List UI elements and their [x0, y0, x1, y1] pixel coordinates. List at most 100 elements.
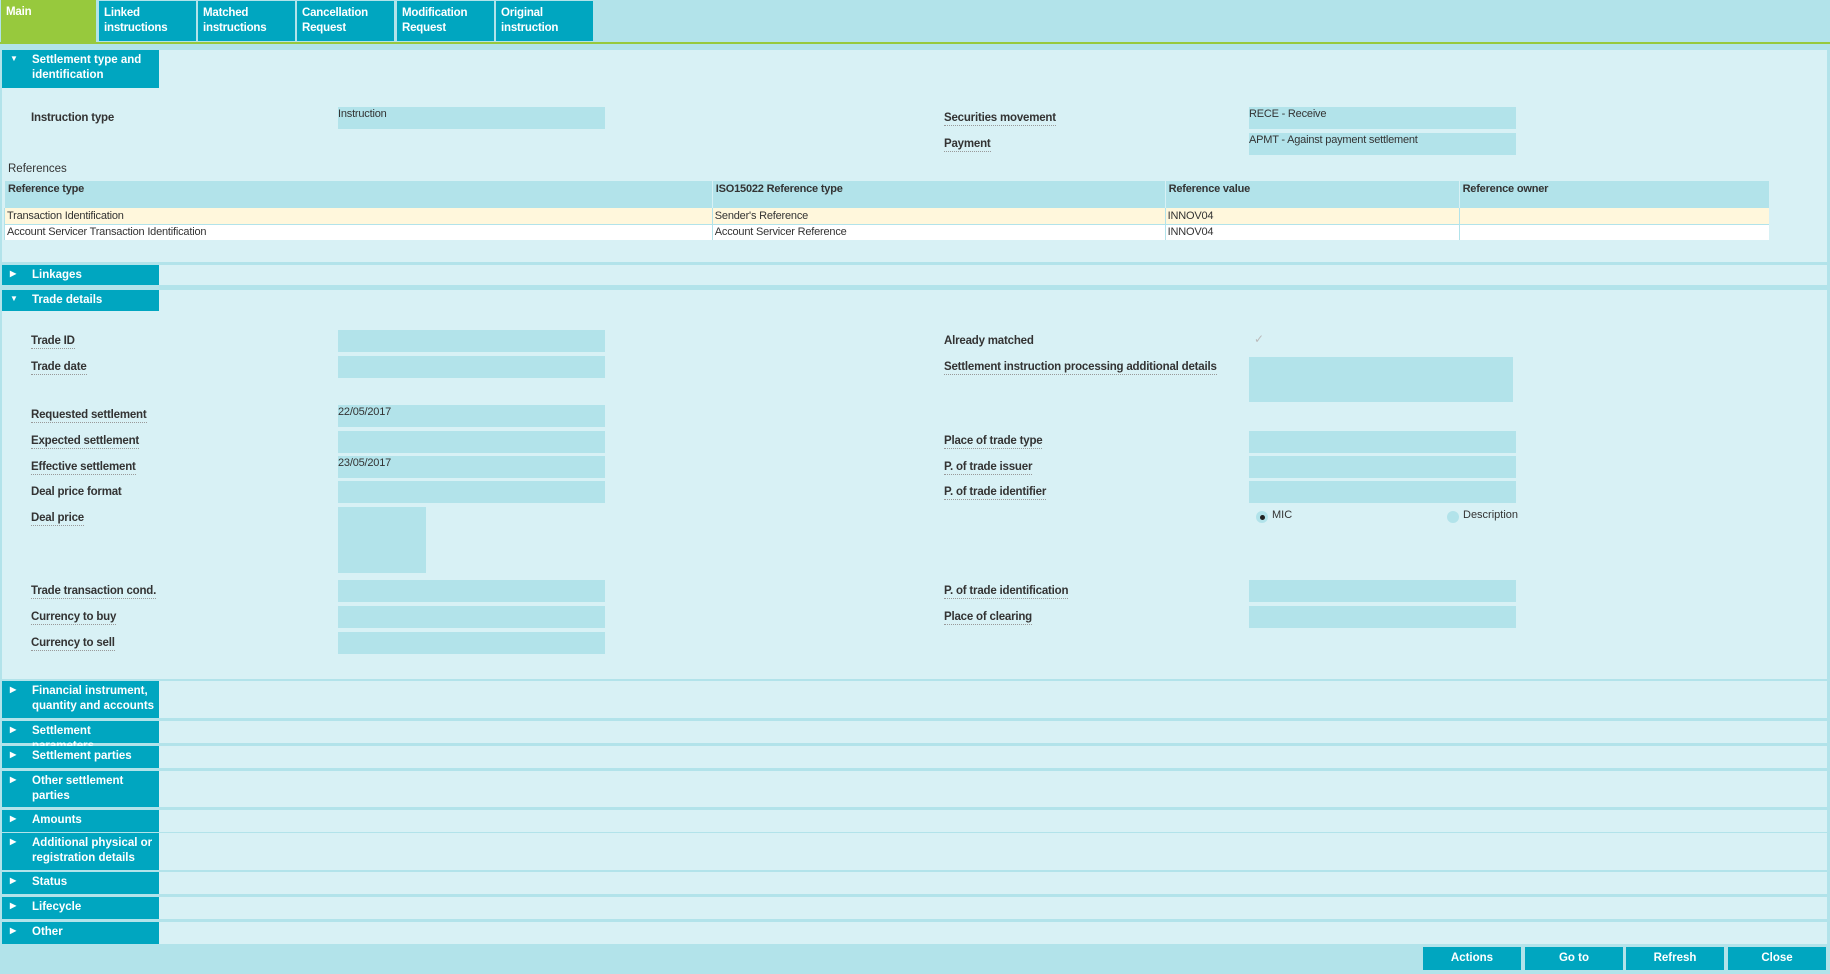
already-matched-label: Already matched — [944, 335, 1034, 347]
place-of-clearing-field[interactable] — [1249, 606, 1516, 628]
section-other-settlement-parties: ▶ Other settlement parties — [2, 771, 1827, 810]
table-cell: Account Servicer Reference — [711, 224, 1166, 240]
trade-date-field[interactable] — [338, 356, 605, 378]
table-cell — [1458, 224, 1769, 240]
radio-description[interactable] — [1447, 511, 1459, 523]
goto-button[interactable]: Go to — [1525, 947, 1623, 970]
table-cell — [1458, 208, 1769, 225]
section-header-settlement-parameters[interactable]: ▶ Settlement parameters — [2, 721, 159, 752]
close-button[interactable]: Close — [1728, 947, 1826, 970]
place-of-trade-type-label: Place of trade type — [944, 435, 1043, 449]
effective-settlement-label: Effective settlement — [31, 461, 136, 475]
section-linkages: ▶ Linkages — [2, 265, 1827, 288]
effective-settlement-field[interactable]: 23/05/2017 — [338, 456, 605, 478]
securities-movement-label: Securities movement — [944, 112, 1056, 126]
place-of-trade-issuer-field[interactable] — [1249, 456, 1516, 478]
instruction-type-label: Instruction type — [31, 112, 115, 124]
settlement-processing-details-label: Settlement instruction processing additi… — [944, 361, 1217, 375]
chevron-right-icon: ▶ — [10, 876, 17, 885]
column-header[interactable]: Reference type — [4, 181, 713, 208]
section-header-amounts[interactable]: ▶ Amounts — [2, 810, 159, 832]
place-of-trade-identification-field[interactable] — [1249, 580, 1516, 602]
section-header-other-settlement-parties[interactable]: ▶ Other settlement parties — [2, 771, 159, 807]
chevron-right-icon: ▶ — [10, 775, 17, 784]
column-header[interactable]: Reference owner — [1458, 181, 1769, 208]
place-of-trade-type-field[interactable] — [1249, 431, 1516, 453]
deal-price-format-field[interactable] — [338, 481, 605, 503]
currency-to-sell-field[interactable] — [338, 632, 605, 654]
chevron-down-icon: ▼ — [10, 294, 18, 303]
section-settlement-parties: ▶ Settlement parties — [2, 746, 1827, 771]
table-cell: INNOV04 — [1164, 208, 1460, 225]
section-header-trade-details[interactable]: ▼ Trade details — [2, 290, 159, 311]
section-title: Trade details — [32, 294, 103, 306]
trade-id-label: Trade ID — [31, 335, 75, 349]
table-cell: Transaction Identification — [4, 208, 713, 225]
table-row[interactable]: Transaction Identification Sender's Refe… — [4, 208, 1769, 225]
section-header-status[interactable]: ▶ Status — [2, 872, 159, 894]
section-header-linkages[interactable]: ▶ Linkages — [2, 265, 159, 285]
deal-price-field[interactable] — [338, 507, 426, 573]
radio-mic-label: MIC — [1272, 509, 1293, 521]
table-cell: Account Servicer Transaction Identificat… — [4, 224, 713, 240]
deal-price-format-label: Deal price format — [31, 486, 122, 498]
payment-field[interactable]: APMT - Against payment settlement — [1249, 133, 1516, 155]
requested-settlement-field[interactable]: 22/05/2017 — [338, 405, 605, 427]
references-title: References — [8, 163, 67, 175]
section-title: Financial instrument, quantity and accou… — [32, 685, 155, 712]
chevron-right-icon: ▶ — [10, 926, 17, 935]
table-cell: INNOV04 — [1164, 224, 1460, 240]
tab-cancellation-request[interactable]: Cancellation Request — [297, 1, 394, 41]
section-header-settlement-type[interactable]: ▼ Settlement type and identification — [2, 50, 159, 88]
tab-original-instruction[interactable]: Original instruction — [496, 1, 593, 41]
section-financial-instrument: ▶ Financial instrument, quantity and acc… — [2, 681, 1827, 721]
settlement-processing-details-field[interactable] — [1249, 357, 1513, 402]
currency-to-sell-label: Currency to sell — [31, 637, 115, 651]
refresh-button[interactable]: Refresh — [1626, 947, 1724, 970]
section-other: ▶ Other — [2, 922, 1827, 944]
radio-description-label: Description — [1463, 509, 1519, 521]
chevron-right-icon: ▶ — [10, 269, 17, 278]
trade-transaction-cond-field[interactable] — [338, 580, 605, 602]
tab-main[interactable]: Main — [1, 0, 96, 43]
chevron-right-icon: ▶ — [10, 725, 17, 734]
securities-movement-field[interactable]: RECE - Receive — [1249, 107, 1516, 129]
chevron-down-icon: ▼ — [10, 54, 18, 63]
expected-settlement-label: Expected settlement — [31, 435, 140, 449]
chevron-right-icon: ▶ — [10, 814, 17, 823]
trade-id-field[interactable] — [338, 330, 605, 352]
section-header-additional-physical[interactable]: ▶ Additional physical or registration de… — [2, 833, 159, 870]
section-settlement-parameters: ▶ Settlement parameters — [2, 721, 1827, 752]
currency-to-buy-field[interactable] — [338, 606, 605, 628]
instruction-type-field[interactable]: Instruction — [338, 107, 605, 129]
chevron-right-icon: ▶ — [10, 750, 17, 759]
currency-to-buy-label: Currency to buy — [31, 611, 117, 625]
column-header[interactable]: Reference value — [1164, 181, 1460, 208]
section-header-other[interactable]: ▶ Other — [2, 922, 159, 944]
section-title: Other settlement parties — [32, 775, 124, 802]
expected-settlement-field[interactable] — [338, 431, 605, 453]
trade-date-label: Trade date — [31, 361, 87, 375]
section-header-financial-instrument[interactable]: ▶ Financial instrument, quantity and acc… — [2, 681, 159, 718]
section-title: Settlement parties — [32, 750, 132, 762]
place-of-trade-identification-label: P. of trade identification — [944, 585, 1069, 599]
payment-label: Payment — [944, 138, 991, 152]
section-amounts: ▶ Amounts — [2, 810, 1827, 835]
tab-linked-instructions[interactable]: Linked instructions — [99, 1, 196, 41]
section-trade-details: ▼ Trade details Trade ID Trade date Requ… — [2, 290, 1827, 682]
radio-mic[interactable] — [1256, 511, 1268, 523]
actions-button[interactable]: Actions — [1423, 947, 1521, 970]
section-header-settlement-parties[interactable]: ▶ Settlement parties — [2, 746, 159, 768]
column-header[interactable]: ISO15022 Reference type — [711, 181, 1166, 208]
place-of-clearing-label: Place of clearing — [944, 611, 1032, 625]
tab-modification-request[interactable]: Modification Request — [397, 1, 494, 41]
place-of-trade-issuer-label: P. of trade issuer — [944, 461, 1033, 475]
section-settlement-type: ▼ Settlement type and identification Ins… — [2, 50, 1827, 265]
tab-matched-instructions[interactable]: Matched instructions — [198, 1, 295, 41]
section-header-lifecycle[interactable]: ▶ Lifecycle — [2, 897, 159, 919]
references-table: Reference type ISO15022 Reference type R… — [4, 181, 1769, 240]
table-row[interactable]: Account Servicer Transaction Identificat… — [4, 224, 1769, 240]
section-title: Other — [32, 926, 63, 938]
place-of-trade-identifier-field[interactable] — [1249, 481, 1516, 503]
check-icon[interactable]: ✓ — [1254, 332, 1264, 346]
